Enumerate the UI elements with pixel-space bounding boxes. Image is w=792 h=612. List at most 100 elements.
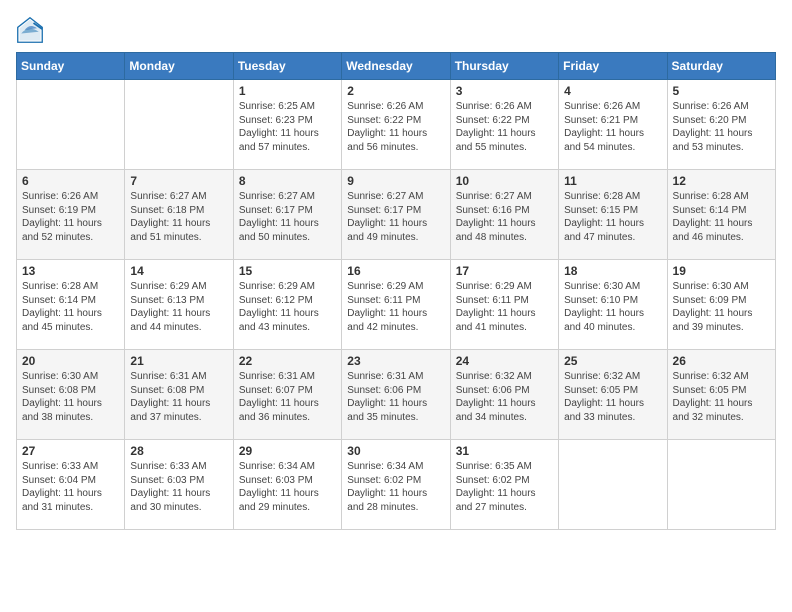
day-number: 3 — [456, 84, 553, 98]
day-number: 21 — [130, 354, 227, 368]
day-info: Sunrise: 6:27 AMSunset: 6:17 PMDaylight:… — [239, 190, 336, 244]
day-info: Sunrise: 6:31 AMSunset: 6:08 PMDaylight:… — [130, 370, 227, 424]
day-info: Sunrise: 6:33 AMSunset: 6:04 PMDaylight:… — [22, 460, 119, 514]
header-day-sunday: Sunday — [17, 53, 125, 80]
day-info: Sunrise: 6:29 AMSunset: 6:13 PMDaylight:… — [130, 280, 227, 334]
day-info: Sunrise: 6:35 AMSunset: 6:02 PMDaylight:… — [456, 460, 553, 514]
logo — [16, 16, 46, 44]
day-number: 18 — [564, 264, 661, 278]
calendar-cell: 7Sunrise: 6:27 AMSunset: 6:18 PMDaylight… — [125, 170, 233, 260]
header-row: SundayMondayTuesdayWednesdayThursdayFrid… — [17, 53, 776, 80]
day-info: Sunrise: 6:34 AMSunset: 6:03 PMDaylight:… — [239, 460, 336, 514]
day-number: 16 — [347, 264, 444, 278]
calendar-cell: 17 Sunrise: 6:29 AMSunset: 6:11 PMDayligh… — [450, 260, 558, 350]
day-number: 19 — [673, 264, 770, 278]
calendar-table: SundayMondayTuesdayWednesdayThursdayFrid… — [16, 52, 776, 530]
calendar-cell: 15Sunrise: 6:29 AMSunset: 6:12 PMDayligh… — [233, 260, 341, 350]
day-info: Sunrise: 6:28 AMSunset: 6:14 PMDaylight:… — [22, 280, 119, 334]
day-number: 25 — [564, 354, 661, 368]
week-row-2: 6 Sunrise: 6:26 AMSunset: 6:19 PMDaylight… — [17, 170, 776, 260]
day-info: Sunrise: 6:26 AMSunset: 6:20 PMDaylight:… — [673, 100, 770, 154]
header-day-tuesday: Tuesday — [233, 53, 341, 80]
day-number: 27 — [22, 444, 119, 458]
calendar-cell — [17, 80, 125, 170]
day-info: Sunrise: 6:26 AMSunset: 6:19 PMDaylight:… — [22, 190, 119, 244]
calendar-cell: 14 Sunrise: 6:29 AMSunset: 6:13 PMDayligh… — [125, 260, 233, 350]
calendar-cell: 26 Sunrise: 6:32 AMSunset: 6:05 PMDayligh… — [667, 350, 775, 440]
day-number: 11 — [564, 174, 661, 188]
day-number: 6 — [22, 174, 119, 188]
day-info: Sunrise: 6:26 AMSunset: 6:21 PMDaylight:… — [564, 100, 661, 154]
week-row-1: 1Sunrise: 6:25 AMSunset: 6:23 PMDaylight… — [17, 80, 776, 170]
day-number: 4 — [564, 84, 661, 98]
day-info: Sunrise: 6:26 AMSunset: 6:22 PMDaylight:… — [347, 100, 444, 154]
calendar-cell: 30 Sunrise: 6:34 AMSunset: 6:02 PMDayligh… — [342, 440, 450, 530]
calendar-cell: 20Sunrise: 6:30 AMSunset: 6:08 PMDayligh… — [17, 350, 125, 440]
day-info: Sunrise: 6:30 AMSunset: 6:10 PMDaylight:… — [564, 280, 661, 334]
day-number: 22 — [239, 354, 336, 368]
calendar-cell — [667, 440, 775, 530]
day-number: 5 — [673, 84, 770, 98]
calendar-cell: 24 Sunrise: 6:32 AMSunset: 6:06 PMDayligh… — [450, 350, 558, 440]
day-info: Sunrise: 6:33 AMSunset: 6:03 PMDaylight:… — [130, 460, 227, 514]
day-info: Sunrise: 6:31 AMSunset: 6:07 PMDaylight:… — [239, 370, 336, 424]
day-info: Sunrise: 6:32 AMSunset: 6:05 PMDaylight:… — [673, 370, 770, 424]
calendar-cell: 19 Sunrise: 6:30 AMSunset: 6:09 PMDayligh… — [667, 260, 775, 350]
day-number: 30 — [347, 444, 444, 458]
week-row-5: 27 Sunrise: 6:33 AMSunset: 6:04 PMDayligh… — [17, 440, 776, 530]
calendar-cell: 9Sunrise: 6:27 AMSunset: 6:17 PMDaylight… — [342, 170, 450, 260]
calendar-cell: 28 Sunrise: 6:33 AMSunset: 6:03 PMDayligh… — [125, 440, 233, 530]
header-day-friday: Friday — [559, 53, 667, 80]
day-info: Sunrise: 6:26 AMSunset: 6:22 PMDaylight:… — [456, 100, 553, 154]
calendar-header: SundayMondayTuesdayWednesdayThursdayFrid… — [17, 53, 776, 80]
day-info: Sunrise: 6:32 AMSunset: 6:06 PMDaylight:… — [456, 370, 553, 424]
day-info: Sunrise: 6:29 AMSunset: 6:11 PMDaylight:… — [347, 280, 444, 334]
day-info: Sunrise: 6:28 AMSunset: 6:14 PMDaylight:… — [673, 190, 770, 244]
day-number: 7 — [130, 174, 227, 188]
day-number: 15 — [239, 264, 336, 278]
calendar-cell: 10 Sunrise: 6:27 AMSunset: 6:16 PMDayligh… — [450, 170, 558, 260]
calendar-cell: 4 Sunrise: 6:26 AMSunset: 6:21 PMDaylight… — [559, 80, 667, 170]
day-info: Sunrise: 6:27 AMSunset: 6:17 PMDaylight:… — [347, 190, 444, 244]
calendar-cell: 13 Sunrise: 6:28 AMSunset: 6:14 PMDayligh… — [17, 260, 125, 350]
calendar-body: 1Sunrise: 6:25 AMSunset: 6:23 PMDaylight… — [17, 80, 776, 530]
calendar-cell: 8 Sunrise: 6:27 AMSunset: 6:17 PMDaylight… — [233, 170, 341, 260]
day-number: 31 — [456, 444, 553, 458]
header-day-thursday: Thursday — [450, 53, 558, 80]
calendar-cell: 23Sunrise: 6:31 AMSunset: 6:06 PMDayligh… — [342, 350, 450, 440]
calendar-cell: 6 Sunrise: 6:26 AMSunset: 6:19 PMDaylight… — [17, 170, 125, 260]
calendar-cell: 12Sunrise: 6:28 AMSunset: 6:14 PMDayligh… — [667, 170, 775, 260]
day-info: Sunrise: 6:27 AMSunset: 6:16 PMDaylight:… — [456, 190, 553, 244]
day-info: Sunrise: 6:32 AMSunset: 6:05 PMDaylight:… — [564, 370, 661, 424]
calendar-cell: 11 Sunrise: 6:28 AMSunset: 6:15 PMDayligh… — [559, 170, 667, 260]
calendar-cell: 1Sunrise: 6:25 AMSunset: 6:23 PMDaylight… — [233, 80, 341, 170]
header-day-saturday: Saturday — [667, 53, 775, 80]
calendar-cell: 18 Sunrise: 6:30 AMSunset: 6:10 PMDayligh… — [559, 260, 667, 350]
day-info: Sunrise: 6:25 AMSunset: 6:23 PMDaylight:… — [239, 100, 336, 154]
calendar-cell: 27 Sunrise: 6:33 AMSunset: 6:04 PMDayligh… — [17, 440, 125, 530]
day-number: 2 — [347, 84, 444, 98]
day-number: 10 — [456, 174, 553, 188]
day-number: 24 — [456, 354, 553, 368]
day-number: 14 — [130, 264, 227, 278]
calendar-cell: 3 Sunrise: 6:26 AMSunset: 6:22 PMDaylight… — [450, 80, 558, 170]
day-info: Sunrise: 6:30 AMSunset: 6:09 PMDaylight:… — [673, 280, 770, 334]
page-header — [16, 16, 776, 44]
calendar-cell: 5 Sunrise: 6:26 AMSunset: 6:20 PMDaylight… — [667, 80, 775, 170]
calendar-cell — [559, 440, 667, 530]
day-number: 13 — [22, 264, 119, 278]
day-number: 28 — [130, 444, 227, 458]
day-number: 26 — [673, 354, 770, 368]
day-number: 17 — [456, 264, 553, 278]
week-row-3: 13 Sunrise: 6:28 AMSunset: 6:14 PMDayligh… — [17, 260, 776, 350]
day-info: Sunrise: 6:29 AMSunset: 6:11 PMDaylight:… — [456, 280, 553, 334]
day-number: 8 — [239, 174, 336, 188]
day-info: Sunrise: 6:34 AMSunset: 6:02 PMDaylight:… — [347, 460, 444, 514]
calendar-cell: 16 Sunrise: 6:29 AMSunset: 6:11 PMDayligh… — [342, 260, 450, 350]
calendar-cell: 2 Sunrise: 6:26 AMSunset: 6:22 PMDaylight… — [342, 80, 450, 170]
logo-icon — [16, 16, 44, 44]
calendar-cell — [125, 80, 233, 170]
day-info: Sunrise: 6:28 AMSunset: 6:15 PMDaylight:… — [564, 190, 661, 244]
day-info: Sunrise: 6:30 AMSunset: 6:08 PMDaylight:… — [22, 370, 119, 424]
header-day-monday: Monday — [125, 53, 233, 80]
